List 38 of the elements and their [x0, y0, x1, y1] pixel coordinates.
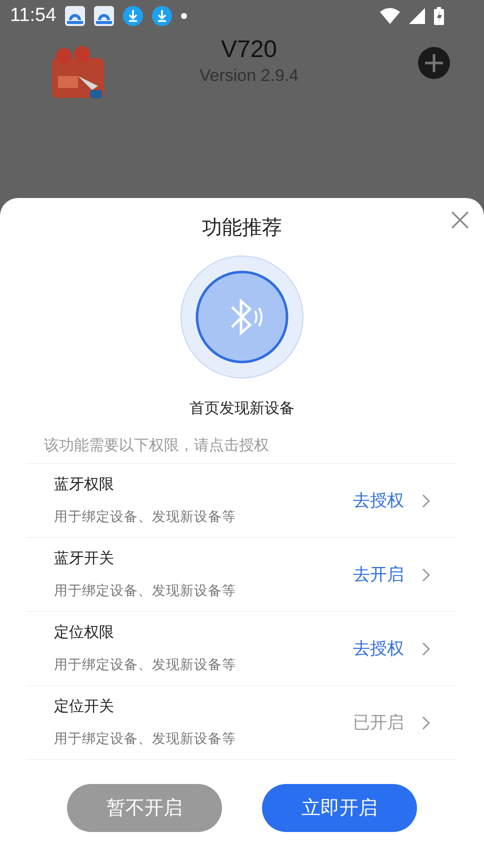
permission-action-link[interactable]: 已开启: [353, 711, 404, 734]
app-title: V720: [220, 36, 278, 64]
permission-name: 蓝牙权限: [54, 475, 115, 494]
feature-label: 首页发现新设备: [190, 399, 294, 418]
enable-now-button[interactable]: 立即开启: [262, 784, 417, 832]
permission-description: 用于绑定设备、发现新设备等: [54, 656, 237, 674]
cloud-app-icon: [65, 6, 86, 26]
add-icon[interactable]: [418, 47, 450, 79]
permission-row[interactable]: 定位权限 用于绑定设备、发现新设备等 去授权: [26, 612, 456, 686]
chevron-right-icon: [422, 642, 430, 656]
permission-name: 定位权限: [54, 623, 115, 642]
dialog-title: 功能推荐: [202, 214, 282, 241]
signal-icon: [409, 8, 425, 24]
permission-row[interactable]: 蓝牙权限 用于绑定设备、发现新设备等 去授权: [26, 464, 456, 538]
chevron-right-icon: [422, 716, 430, 730]
permission-row[interactable]: 定位开关 用于绑定设备、发现新设备等 已开启: [26, 686, 456, 760]
download-icon: [123, 6, 144, 26]
not-now-button[interactable]: 暂不开启: [67, 784, 222, 832]
permission-description: 用于绑定设备、发现新设备等: [54, 730, 237, 748]
wifi-icon: [380, 8, 400, 24]
clock: 11:54: [10, 5, 56, 27]
notification-dot-icon: [181, 13, 188, 19]
permission-row[interactable]: 蓝牙开关 用于绑定设备、发现新设备等 去开启: [26, 538, 456, 612]
close-icon[interactable]: [450, 210, 470, 230]
permission-action-link[interactable]: 去开启: [353, 563, 404, 586]
permission-name: 蓝牙开关: [54, 549, 115, 568]
chevron-right-icon: [422, 568, 430, 582]
permission-name: 定位开关: [54, 697, 115, 716]
permission-description: 用于绑定设备、发现新设备等: [54, 508, 237, 526]
cloud-app-icon: [94, 6, 114, 26]
permission-description: 用于绑定设备、发现新设备等: [54, 582, 237, 600]
notice-text: 该功能需要以下权限，请点击授权: [44, 436, 270, 455]
permission-action-link[interactable]: 去授权: [353, 637, 404, 660]
permission-action-link[interactable]: 去授权: [353, 489, 404, 512]
battery-icon: [434, 7, 444, 25]
chevron-right-icon: [422, 494, 430, 508]
bluetooth-icon: [180, 255, 304, 379]
download-icon: [152, 6, 172, 26]
